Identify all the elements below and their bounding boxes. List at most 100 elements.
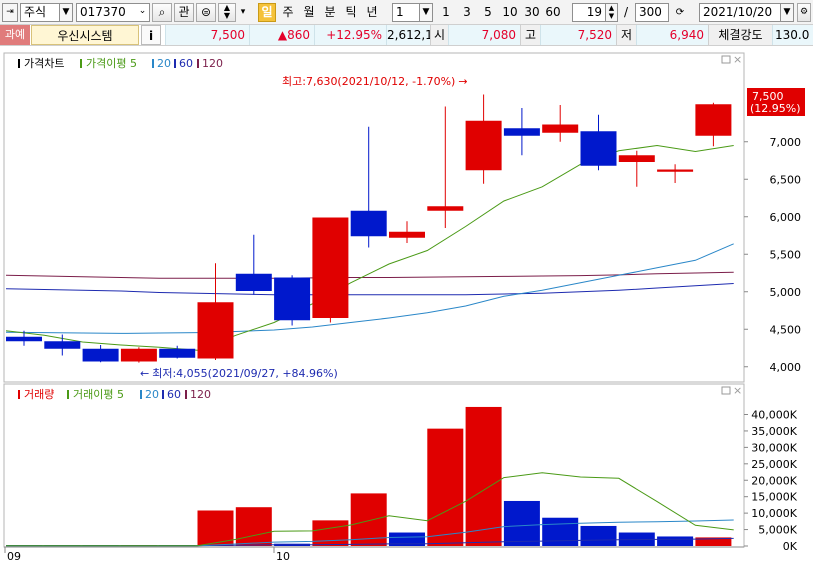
quick-count-1-button[interactable]: 1 [438, 3, 454, 22]
legend-marker [67, 390, 69, 399]
legend-marker [174, 59, 176, 68]
high-price-annotation: 최고:7,630(2021/10/12, -1.70%) → [282, 75, 468, 88]
warning-badge: 과예 [0, 25, 30, 45]
candle-body [274, 277, 311, 321]
favorite-button[interactable]: 관 [174, 3, 194, 22]
volume-bar [503, 500, 540, 546]
chart-refresh-icon[interactable]: ⟳ [671, 3, 689, 22]
volume-panel-close-icon[interactable]: × [733, 384, 742, 397]
period-tick-button[interactable]: 틱 [342, 3, 360, 22]
date-input[interactable]: 2021/10/20 [699, 3, 781, 22]
candle-body [657, 169, 694, 172]
last-change-label: (12.95%) [750, 102, 801, 115]
candle-body [6, 336, 42, 342]
toolbar-more-icon[interactable]: ▾ [237, 3, 249, 22]
volume-axis-label: 40,000K [751, 409, 797, 422]
volume-axis-label: 20,000K [751, 474, 797, 487]
date-dropdown-icon[interactable]: ▼ [780, 3, 794, 22]
price-axis-label: 7,000 [770, 136, 802, 149]
candle-body [618, 155, 655, 162]
display-count-input[interactable]: 19 [572, 3, 606, 22]
candle-body [580, 131, 617, 166]
price-axis-label: 5,500 [770, 248, 802, 261]
volume-y-axis: 0K 5,000K 10,000K 15,000K 20,000K 25,000K 30,0… [744, 409, 798, 553]
screen-toggle-icon[interactable]: ⇥ [2, 3, 18, 22]
volume-legend-ma5: 거래이평 5 [73, 388, 124, 401]
open-value: 7,080 [448, 25, 520, 45]
low-value: 6,940 [636, 25, 708, 45]
period-week-button[interactable]: 주 [279, 3, 297, 22]
candle-body [542, 124, 579, 133]
high-label: 고 [520, 25, 540, 45]
volume-axis-label: 5,000K [758, 524, 797, 537]
display-count-stepper-icon[interactable]: ▲ ▼ [605, 3, 618, 22]
candle-body [159, 348, 196, 358]
interval-select[interactable]: 1 [392, 3, 420, 22]
stock-chart-svg: × × 가격차트 가격이평 5 20 60 120 거래량 거래이평 5 20 … [3, 52, 805, 563]
current-price: 7,500 [165, 25, 249, 45]
candle-body [503, 128, 540, 136]
volume-bar [580, 525, 617, 546]
volume-axis-label: 0K [783, 540, 798, 553]
price-legend-ma5: 가격이평 5 [86, 57, 137, 70]
candle-body [235, 273, 272, 291]
period-day-button[interactable]: 일 [258, 3, 276, 22]
quick-count-10-button[interactable]: 10 [500, 3, 520, 22]
quick-count-5-button[interactable]: 5 [480, 3, 496, 22]
volume-bar [235, 507, 272, 546]
code-dropdown-icon[interactable]: ⌄ [135, 3, 150, 22]
total-count-input[interactable]: 300 [635, 3, 669, 22]
volume-bar [427, 428, 464, 546]
volume-axis-label: 10,000K [751, 507, 797, 520]
interval-dropdown-icon[interactable]: ▼ [419, 3, 433, 22]
period-minute-button[interactable]: 분 [321, 3, 339, 22]
volume-legend-ma120: 120 [190, 388, 211, 401]
up-down-stepper-icon[interactable]: ▲ ▼ [218, 3, 236, 22]
price-axis-label: 6,500 [770, 173, 802, 186]
volume-axis-label: 15,000K [751, 491, 797, 504]
candle-body [465, 120, 502, 171]
candle-body [350, 210, 387, 237]
price-axis-label: 6,000 [770, 211, 802, 224]
low-label: 저 [616, 25, 636, 45]
high-value: 7,520 [540, 25, 616, 45]
quick-count-60-button[interactable]: 60 [543, 3, 563, 22]
volume-bar [657, 536, 694, 546]
stock-chart-area: × × 가격차트 가격이평 5 20 60 120 거래량 거래이평 5 20 … [0, 48, 813, 563]
legend-marker [162, 390, 164, 399]
search-icon[interactable]: ⌕ [152, 3, 172, 22]
stock-info-bar: 과예 우신시스템 i 7,500 ▲860 +12.95% 2,612,163 … [0, 25, 813, 46]
legend-marker [140, 390, 142, 399]
open-label: 시 [430, 25, 448, 45]
price-axis-label: 4,000 [770, 361, 802, 374]
volume-axis-label: 30,000K [751, 441, 797, 454]
candle-body [197, 302, 234, 359]
market-select[interactable]: 주식 [20, 3, 60, 22]
legend-marker [152, 59, 154, 68]
price-panel-close-icon[interactable]: × [733, 53, 742, 66]
volume-axis-label: 35,000K [751, 425, 797, 438]
legend-marker [18, 59, 20, 68]
price-legend-ma120: 120 [202, 57, 223, 70]
volume-legend-ma60: 60 [167, 388, 181, 401]
trade-volume: 2,612,163 [386, 25, 448, 45]
market-dropdown-icon[interactable]: ▼ [59, 3, 73, 22]
price-legend-ma20: 20 [157, 57, 171, 70]
period-year-button[interactable]: 년 [363, 3, 381, 22]
quick-count-30-button[interactable]: 30 [522, 3, 542, 22]
info-button[interactable]: i [141, 25, 161, 45]
price-legend-ma60: 60 [179, 57, 193, 70]
strength-value: 130.0 [772, 25, 813, 45]
history-icon[interactable]: ⊜ [196, 3, 216, 22]
x-axis-label-oct: 10 [276, 550, 290, 563]
legend-marker [80, 59, 82, 68]
legend-marker [185, 390, 187, 399]
volume-bar [312, 520, 349, 546]
price-legend: 가격차트 가격이평 5 20 60 120 [18, 57, 223, 70]
quick-count-3-button[interactable]: 3 [459, 3, 475, 22]
low-price-annotation: ← 최저:4,055(2021/09/27, +84.96%) [140, 367, 338, 380]
legend-marker [197, 59, 199, 68]
price-y-axis: 4,000 4,500 5,000 5,500 6,000 6,500 7,000 [744, 136, 801, 374]
settings-icon[interactable]: ⚙ [797, 3, 811, 22]
period-month-button[interactable]: 월 [300, 3, 318, 22]
